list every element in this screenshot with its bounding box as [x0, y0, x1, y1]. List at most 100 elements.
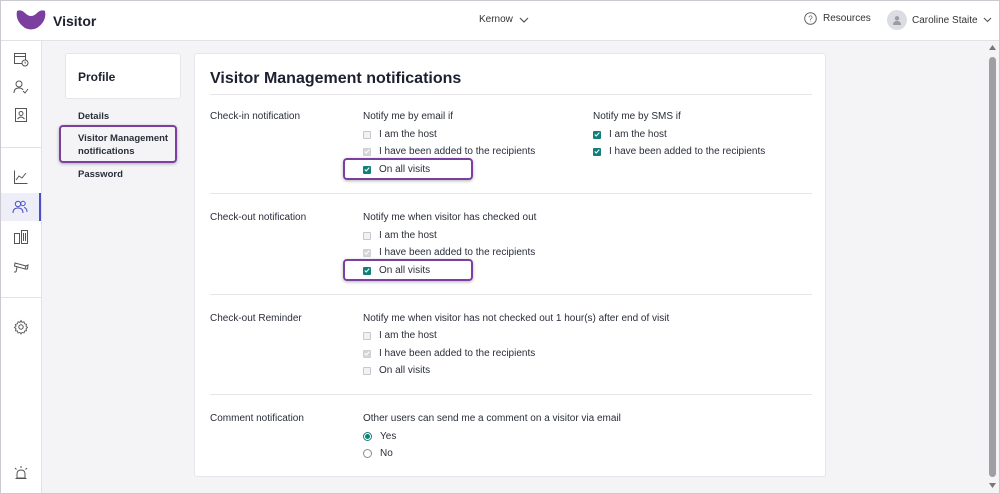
check-icon — [594, 149, 600, 154]
checkin-email-host[interactable]: I am the host — [363, 129, 437, 140]
site-select[interactable]: Kernow — [479, 14, 529, 25]
option-label: I have been added to the recipients — [379, 146, 536, 157]
app-name: Visitor — [53, 13, 97, 29]
checkin-sms-recipients[interactable]: I have been added to the recipients — [593, 146, 765, 157]
settings-icon — [13, 319, 29, 335]
scroll-thumb[interactable] — [989, 57, 996, 477]
nav-rail — [1, 41, 42, 493]
users-icon — [12, 200, 28, 214]
sidebar-link-details[interactable]: Details — [78, 110, 109, 123]
option-label: I am the host — [379, 129, 437, 140]
resources-label: Resources — [823, 13, 871, 24]
camera-icon — [13, 262, 29, 273]
scrollbar[interactable] — [986, 41, 999, 493]
user-icon — [893, 16, 901, 25]
checkbox[interactable] — [593, 147, 601, 156]
reminder-head: Notify me when visitor has not checked o… — [363, 313, 670, 324]
comment-no[interactable]: No — [363, 448, 393, 459]
rail-visitors[interactable] — [1, 193, 41, 221]
option-label: I am the host — [379, 330, 437, 341]
scroll-up-icon[interactable] — [988, 45, 997, 53]
option-label: I am the host — [379, 230, 437, 241]
option-label: I have been added to the recipients — [379, 348, 536, 359]
scroll-down-icon[interactable] — [988, 483, 997, 491]
check-icon — [594, 132, 600, 137]
option-label: I have been added to the recipients — [379, 247, 536, 258]
sidebar-link-password[interactable]: Password — [78, 168, 123, 181]
checkbox[interactable] — [363, 331, 371, 340]
notifications-panel: Visitor Management notifications Check-i… — [194, 53, 826, 477]
profile-card: Profile — [65, 53, 181, 99]
checkbox[interactable] — [363, 349, 371, 358]
rail-contact[interactable] — [1, 101, 41, 129]
checkin-sms-head: Notify me by SMS if — [593, 111, 681, 122]
checkin-email-recipients[interactable]: I have been added to the recipients — [363, 146, 535, 157]
option-label: I am the host — [609, 129, 667, 140]
rail-reports[interactable] — [1, 163, 41, 191]
rail-calendar[interactable] — [1, 45, 41, 73]
reminder-host[interactable]: I am the host — [363, 330, 437, 341]
page-title: Visitor Management notifications — [210, 70, 462, 87]
rail-divider — [1, 147, 41, 148]
help-circle-icon: ? — [804, 12, 817, 25]
alarm-icon — [14, 466, 28, 479]
check-icon — [364, 351, 370, 356]
checkbox[interactable] — [363, 366, 371, 375]
profile-title: Profile — [78, 70, 116, 84]
rail-user-check[interactable] — [1, 73, 41, 101]
checkout-highlight — [343, 259, 473, 281]
checkout-head: Notify me when visitor has checked out — [363, 212, 537, 223]
top-bar: Visitor Kernow ? Resources Caroline Stai… — [1, 1, 999, 41]
contact-card-icon — [15, 108, 27, 122]
checkout-host[interactable]: I am the host — [363, 230, 437, 241]
site-select-label: Kernow — [479, 14, 513, 25]
rail-divider — [1, 297, 41, 298]
rail-buildings[interactable] — [1, 223, 41, 251]
radio-no[interactable] — [363, 449, 372, 458]
divider — [210, 394, 812, 395]
rail-settings[interactable] — [1, 313, 41, 341]
option-label: No — [380, 448, 393, 459]
comment-yes[interactable]: Yes — [363, 431, 396, 442]
checkout-recipients[interactable]: I have been added to the recipients — [363, 247, 535, 258]
option-label: Yes — [380, 431, 397, 442]
reminder-recipients[interactable]: I have been added to the recipients — [363, 348, 535, 359]
check-icon — [364, 149, 370, 154]
reminder-all[interactable]: On all visits — [363, 365, 430, 376]
visitor-logo-icon — [16, 10, 46, 30]
checkbox[interactable] — [363, 231, 371, 240]
check-icon — [364, 250, 370, 255]
chevron-down-icon — [983, 17, 991, 23]
checkbox[interactable] — [363, 248, 371, 257]
radio-yes[interactable] — [363, 432, 372, 441]
comment-label: Comment notification — [210, 413, 304, 424]
divider — [210, 94, 812, 95]
reminder-label: Check-out Reminder — [210, 313, 302, 324]
avatar — [887, 10, 907, 30]
buildings-icon — [14, 230, 28, 244]
user-check-icon — [13, 80, 29, 94]
option-label: I have been added to the recipients — [609, 146, 766, 157]
checkin-label: Check-in notification — [210, 111, 301, 122]
checkbox[interactable] — [363, 147, 371, 156]
option-label: On all visits — [379, 365, 431, 376]
rail-cameras[interactable] — [1, 253, 41, 281]
svg-text:?: ? — [808, 15, 813, 24]
user-menu[interactable]: Caroline Staite — [887, 10, 992, 30]
checkbox[interactable] — [363, 130, 371, 139]
chevron-down-icon — [519, 17, 529, 23]
checkout-label: Check-out notification — [210, 212, 307, 223]
app-window: Visitor Kernow ? Resources Caroline Stai… — [0, 0, 1000, 494]
comment-head: Other users can send me a comment on a v… — [363, 413, 621, 424]
user-name: Caroline Staite — [912, 14, 978, 26]
divider — [210, 193, 812, 194]
divider — [210, 294, 812, 295]
calendar-clock-icon — [14, 53, 29, 67]
checkbox[interactable] — [593, 130, 601, 139]
chart-line-icon — [14, 170, 28, 184]
sidebar-highlight — [59, 125, 177, 163]
rail-alarm[interactable] — [1, 459, 41, 487]
checkin-sms-host[interactable]: I am the host — [593, 129, 667, 140]
checkin-highlight — [343, 158, 473, 180]
resources-link[interactable]: ? Resources — [804, 12, 871, 25]
